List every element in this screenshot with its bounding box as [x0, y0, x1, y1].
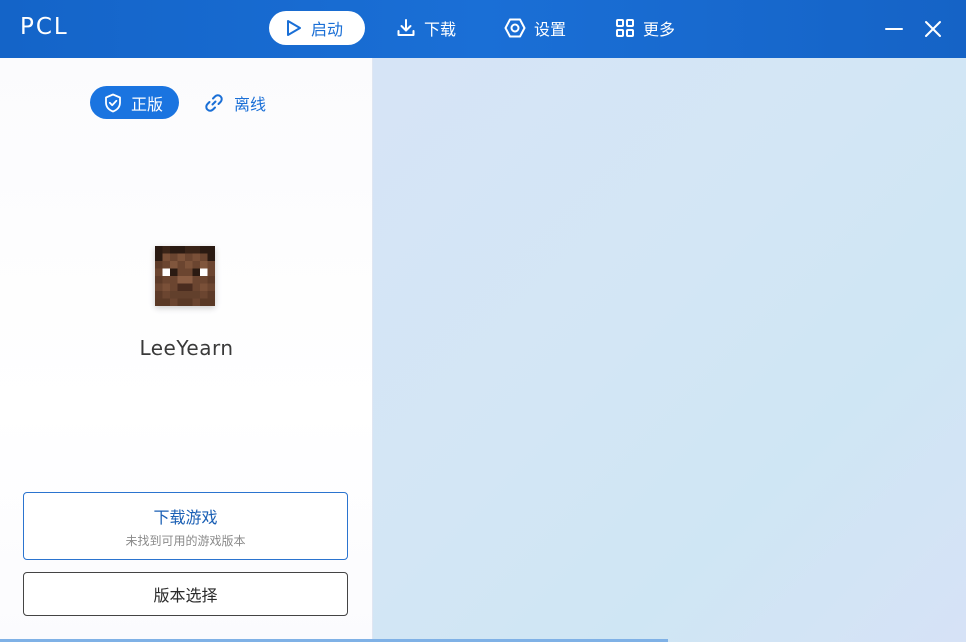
launch-sidebar: 正版 离线 LeeYearn 下载游戏 未找到可用的游戏版本 版本选择 [0, 58, 373, 642]
download-game-button[interactable]: 下载游戏 未找到可用的游戏版本 [23, 492, 348, 560]
login-mode-offline-label: 离线 [234, 94, 267, 114]
play-icon [287, 20, 301, 36]
player-username: LeeYearn [139, 336, 234, 360]
link-icon [205, 93, 223, 112]
minimize-button[interactable] [879, 14, 909, 44]
download-game-sublabel: 未找到可用的游戏版本 [125, 533, 246, 548]
nav-more-button[interactable]: 更多 [599, 11, 689, 45]
title-bar: PCL 启动 下载 设置 更多 [0, 0, 966, 58]
version-select-button[interactable]: 版本选择 [23, 572, 348, 616]
nav-more-label: 更多 [643, 20, 676, 39]
download-game-label: 下载游戏 [153, 507, 218, 527]
nav-download-label: 下载 [424, 20, 457, 39]
close-icon [925, 21, 941, 37]
minimize-icon [885, 28, 903, 30]
shield-check-icon [105, 93, 121, 112]
settings-icon [504, 18, 526, 38]
grid-icon [616, 19, 634, 37]
download-icon [397, 19, 415, 36]
login-mode-offline-button[interactable]: 离线 [204, 86, 266, 119]
app-logo: PCL [20, 14, 69, 40]
login-mode-official-label: 正版 [131, 94, 164, 114]
login-mode-official-button[interactable]: 正版 [90, 86, 179, 119]
nav-settings-label: 设置 [534, 20, 567, 39]
nav-download-button[interactable]: 下载 [380, 11, 470, 45]
nav-launch-label: 启动 [311, 20, 344, 39]
nav-settings-button[interactable]: 设置 [488, 11, 580, 45]
player-avatar[interactable] [155, 246, 215, 306]
close-button[interactable] [918, 14, 948, 44]
background-area [373, 58, 966, 642]
nav-launch-button[interactable]: 启动 [269, 11, 365, 45]
